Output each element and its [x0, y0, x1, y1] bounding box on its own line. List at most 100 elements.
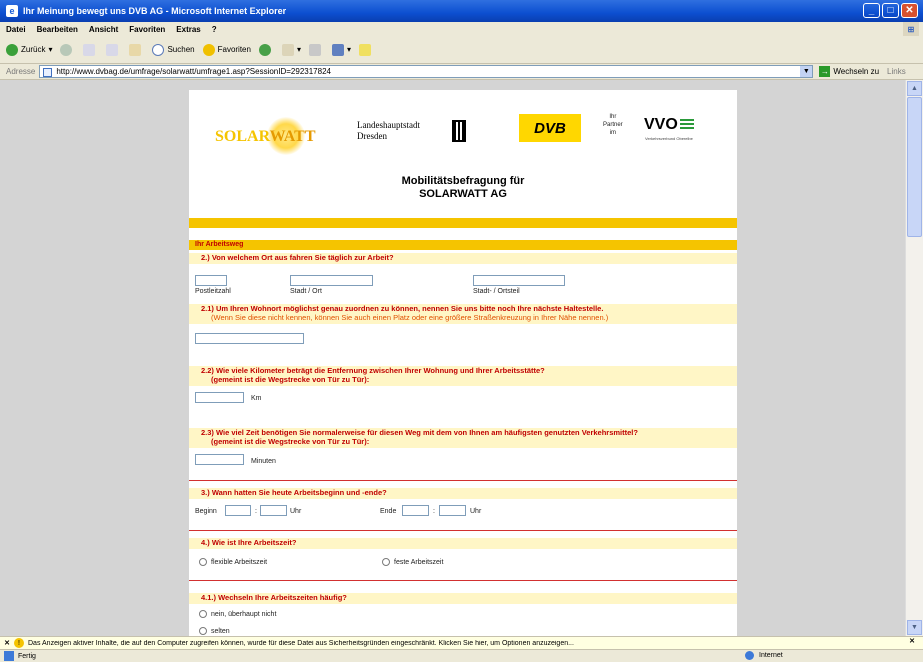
window-title: Ihr Meinung bewegt uns DVB AG - Microsof… [23, 6, 287, 16]
vvo-subtitle: Verkehrsverbund Oberelbe [645, 136, 693, 141]
vvo-logo: VVO [644, 116, 694, 134]
scroll-down-icon[interactable]: ▼ [907, 620, 922, 635]
city-label: Landeshauptstadt Dresden [357, 120, 420, 141]
address-url: http://www.dvbag.de/umfrage/solarwatt/um… [56, 67, 331, 76]
selten-radio[interactable] [199, 627, 207, 635]
question-4-1: 4.1.) Wechseln Ihre Arbeitszeiten häufig… [189, 593, 737, 604]
back-button[interactable]: Zurück ▾ [6, 43, 52, 56]
stadt-ort-label: Stadt / Ort [290, 288, 322, 295]
selten-label: selten [211, 628, 230, 635]
postleitzahl-label: Postleitzahl [195, 288, 231, 295]
ie-logo-icon: e [6, 5, 18, 17]
question-2-2: 2.2) Wie viele Kilometer beträgt die Ent… [189, 366, 737, 386]
stadt-ort-input[interactable] [290, 275, 373, 286]
globe-icon [745, 651, 754, 660]
mail-icon [281, 43, 294, 56]
toolbar: Zurück ▾ Suchen Favoriten ▾ ▾ [0, 36, 923, 64]
stop-icon [83, 43, 96, 56]
haltestelle-input[interactable] [195, 333, 304, 344]
ortsteil-label: Stadt- / Ortsteil [473, 288, 520, 295]
ende-uhr-label: Uhr [470, 508, 482, 515]
ende-colon: : [433, 508, 435, 515]
menu-bearbeiten[interactable]: Bearbeiten [37, 25, 78, 34]
infobar-text: Das Anzeigen aktiver Inhalte, die auf de… [28, 639, 574, 647]
home-button[interactable] [129, 43, 144, 56]
km-input[interactable] [195, 392, 244, 403]
menu-favoriten[interactable]: Favoriten [129, 25, 165, 34]
beginn-minute-input[interactable] [260, 505, 287, 516]
feste-radio[interactable] [382, 558, 390, 566]
address-dropdown-icon[interactable]: ▼ [800, 66, 813, 77]
search-icon [152, 43, 165, 56]
refresh-button[interactable] [106, 43, 121, 56]
partner-label: Ihr Partner im [603, 114, 623, 136]
information-bar[interactable]: ✕ ! Das Anzeigen aktiver Inhalte, die au… [0, 636, 923, 649]
refresh-icon [106, 43, 119, 56]
address-input[interactable]: http://www.dvbag.de/umfrage/solarwatt/um… [39, 65, 814, 78]
messenger-icon [359, 43, 371, 56]
solarwatt-logo: SOLARWATT [215, 128, 316, 145]
vertical-scrollbar[interactable]: ▲ ▼ [905, 80, 923, 636]
divider [189, 480, 737, 481]
address-label: Adresse [6, 67, 36, 76]
search-label: Suchen [167, 45, 195, 54]
dresden-crest-icon [452, 120, 466, 142]
edit-button[interactable]: ▾ [331, 43, 351, 56]
question-2: 2.) Von welchem Ort aus fahren Sie tägli… [189, 253, 737, 264]
zone-label: Internet [759, 652, 783, 659]
history-icon [258, 43, 271, 56]
maximize-button[interactable]: □ [882, 3, 899, 18]
messenger-button[interactable] [359, 43, 374, 56]
infobar-close-icon[interactable]: ✕ [0, 639, 14, 647]
favorites-button[interactable]: Favoriten [202, 43, 251, 56]
back-label: Zurück [21, 45, 46, 54]
print-button[interactable] [308, 43, 324, 56]
survey-page: SOLARWATT Landeshauptstadt Dresden DVB I… [189, 90, 737, 636]
flexible-label: flexible Arbeitszeit [211, 559, 268, 566]
menu-ansicht[interactable]: Ansicht [89, 25, 118, 34]
history-button[interactable] [258, 43, 274, 56]
status-bar: Fertig Internet [0, 649, 923, 662]
menu-help[interactable]: ? [212, 25, 217, 34]
menu-bar: Datei Bearbeiten Ansicht Favoriten Extra… [0, 22, 923, 36]
flexible-radio[interactable] [199, 558, 207, 566]
go-button[interactable]: → Wechseln zu [819, 66, 879, 77]
security-zone: Internet [745, 651, 783, 660]
feste-label: feste Arbeitszeit [394, 559, 444, 566]
yellow-divider [189, 218, 737, 228]
question-3: 3.) Wann hatten Sie heute Arbeitsbeginn … [189, 488, 737, 499]
go-label: Wechseln zu [833, 67, 880, 76]
star-icon [202, 43, 215, 56]
close-button[interactable]: ✕ [901, 3, 918, 18]
nein-radio[interactable] [199, 610, 207, 618]
search-button[interactable]: Suchen [152, 43, 195, 56]
mail-button[interactable]: ▾ [281, 43, 301, 56]
page-icon [43, 68, 53, 77]
section-header: Ihr Arbeitsweg [189, 240, 737, 250]
ende-hour-input[interactable] [402, 505, 429, 516]
scroll-thumb[interactable] [907, 97, 922, 237]
page-done-icon [4, 651, 14, 661]
forward-button[interactable] [60, 43, 75, 56]
ende-minute-input[interactable] [439, 505, 466, 516]
links-button[interactable]: Links [887, 67, 906, 76]
ortsteil-input[interactable] [473, 275, 565, 286]
page-viewport: SOLARWATT Landeshauptstadt Dresden DVB I… [0, 80, 905, 636]
scroll-up-icon[interactable]: ▲ [907, 81, 922, 96]
minuten-label: Minuten [251, 458, 276, 465]
menu-datei[interactable]: Datei [6, 25, 26, 34]
go-arrow-icon: → [819, 66, 831, 77]
logo-header: SOLARWATT Landeshauptstadt Dresden DVB I… [189, 90, 737, 170]
divider [189, 530, 737, 531]
infobar-dismiss-icon[interactable]: ✕ [909, 637, 915, 645]
postleitzahl-input[interactable] [195, 275, 227, 286]
menu-extras[interactable]: Extras [176, 25, 200, 34]
address-bar: Adresse http://www.dvbag.de/umfrage/sola… [0, 64, 923, 80]
ende-label: Ende [380, 508, 397, 515]
minuten-input[interactable] [195, 454, 244, 465]
stop-button[interactable] [83, 43, 98, 56]
minimize-button[interactable]: _ [863, 3, 880, 18]
print-icon [308, 43, 321, 56]
beginn-hour-input[interactable] [225, 505, 251, 516]
warning-icon: ! [14, 638, 24, 648]
